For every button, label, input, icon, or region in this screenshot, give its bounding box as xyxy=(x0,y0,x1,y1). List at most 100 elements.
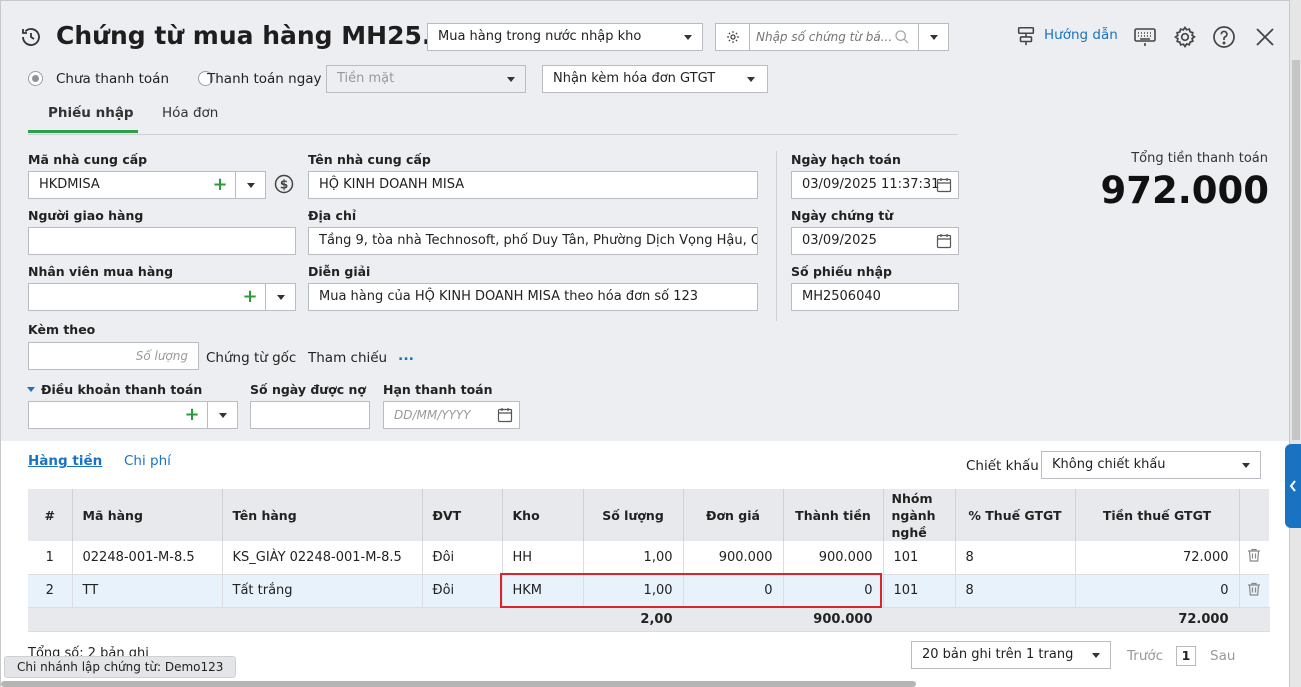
receipt-no-field[interactable]: MH2506040 xyxy=(791,283,959,311)
tab-invoice[interactable]: Hóa đơn xyxy=(162,105,218,121)
chevron-down-icon xyxy=(507,77,515,82)
cell-group[interactable]: 101 xyxy=(883,574,956,608)
chevron-down-icon xyxy=(276,294,285,300)
cell-name[interactable]: KS_GIÀY 02248-001-M-8.5 xyxy=(222,541,423,575)
col-header: Số lượng xyxy=(583,489,684,541)
radio-pay-now-label: Thanh toán ngay xyxy=(207,71,322,87)
doc-date-value: 03/09/2025 xyxy=(802,233,877,248)
cell-code[interactable]: TT xyxy=(72,574,223,608)
search-settings-button[interactable] xyxy=(716,24,750,50)
cell-unit[interactable]: Đôi xyxy=(422,541,503,575)
supplier-dropdown-button[interactable] xyxy=(235,172,265,198)
cell-code[interactable]: 02248-001-M-8.5 xyxy=(72,541,223,575)
tab-goods[interactable]: Hàng tiền xyxy=(28,453,102,469)
address-field[interactable]: Tầng 9, tòa nhà Technosoft, phố Duy Tân,… xyxy=(308,227,758,255)
description-label: Diễn giải xyxy=(308,264,371,279)
radio-unpaid[interactable] xyxy=(28,71,43,86)
vertical-scrollbar[interactable] xyxy=(1292,60,1300,440)
supplier-name-value: HỘ KINH DOANH MISA xyxy=(319,177,465,192)
table-row[interactable]: 1 02248-001-M-8.5 KS_GIÀY 02248-001-M-8.… xyxy=(28,541,1269,575)
side-panel-toggle[interactable] xyxy=(1285,444,1301,528)
receipt-no-value: MH2506040 xyxy=(802,289,881,304)
cell-vat-amount[interactable]: 72.000 xyxy=(1075,541,1240,575)
voucher-type-value: Mua hàng trong nước nhập kho xyxy=(438,29,642,44)
deliverer-field[interactable] xyxy=(28,227,296,255)
next-page-button[interactable]: Sau xyxy=(1210,648,1235,664)
current-page[interactable]: 1 xyxy=(1176,646,1196,666)
supplier-code-label: Mã nhà cung cấp xyxy=(28,152,148,167)
col-header: # xyxy=(28,489,73,541)
invoice-option-select[interactable]: Nhận kèm hóa đơn GTGT xyxy=(542,65,768,93)
settings-gear-icon[interactable] xyxy=(1172,24,1198,50)
history-icon[interactable] xyxy=(18,24,44,50)
due-date-label: Hạn thanh toán xyxy=(383,382,493,397)
search-box[interactable] xyxy=(715,23,949,51)
guide-icon[interactable] xyxy=(1014,23,1038,49)
cell-no: 2 xyxy=(28,574,73,608)
help-guide-link[interactable]: Hướng dẫn xyxy=(1044,27,1118,43)
page-size-select[interactable]: 20 bản ghi trên 1 trang xyxy=(911,641,1111,669)
trash-icon xyxy=(1248,549,1261,562)
cell-warehouse[interactable]: HH xyxy=(502,541,584,575)
chevron-down-icon xyxy=(218,412,227,418)
search-dropdown-button[interactable] xyxy=(918,24,948,50)
payment-method-select: Tiền mặt xyxy=(326,65,526,93)
cell-unit[interactable]: Đôi xyxy=(422,574,503,608)
dollar-icon[interactable]: $ xyxy=(273,173,295,195)
cell-vat-rate[interactable]: 8 xyxy=(955,541,1076,575)
cell-price[interactable]: 900.000 xyxy=(683,541,784,575)
tab-cost[interactable]: Chi phí xyxy=(124,453,171,469)
voucher-type-select[interactable]: Mua hàng trong nước nhập kho xyxy=(427,23,703,51)
search-icon[interactable] xyxy=(894,29,910,50)
branch-text: Chi nhánh lập chứng từ: Demo123 xyxy=(17,660,224,674)
terms-field[interactable]: + xyxy=(28,401,238,429)
discount-value: Không chiết khấu xyxy=(1052,457,1166,472)
calendar-icon[interactable] xyxy=(936,233,952,249)
buyer-field[interactable]: + xyxy=(28,283,296,311)
attach-label: Kèm theo xyxy=(28,322,96,337)
buyer-dropdown-button[interactable] xyxy=(265,284,295,310)
cell-amount[interactable]: 900.000 xyxy=(783,541,884,575)
delete-row-button[interactable] xyxy=(1239,541,1269,575)
due-date-field[interactable]: DD/MM/YYYY xyxy=(383,401,520,429)
cell-vat-rate[interactable]: 8 xyxy=(955,574,1076,608)
col-header-actions xyxy=(1239,489,1269,541)
supplier-name-field[interactable]: HỘ KINH DOANH MISA xyxy=(308,171,758,199)
chevron-down-icon xyxy=(246,182,255,188)
cell-group[interactable]: 101 xyxy=(883,541,956,575)
col-header: Nhóm ngành nghề xyxy=(883,489,956,541)
terms-dropdown-button[interactable] xyxy=(207,402,237,428)
attach-quantity-placeholder: Số lượng xyxy=(135,349,188,363)
close-icon[interactable] xyxy=(1252,24,1278,50)
cell-qty[interactable]: 1,00 xyxy=(583,541,684,575)
credit-days-field[interactable] xyxy=(250,401,370,429)
attach-quantity-field[interactable]: Số lượng xyxy=(28,342,199,370)
cell-vat-amount[interactable]: 0 xyxy=(1075,574,1240,608)
doc-date-field[interactable]: 03/09/2025 xyxy=(791,227,959,255)
collapse-triangle-icon[interactable] xyxy=(27,387,35,392)
posting-date-field[interactable]: 03/09/2025 11:37:31 xyxy=(791,171,959,199)
total-label: Tổng tiền thanh toán xyxy=(1131,151,1268,166)
prev-page-button[interactable]: Trước xyxy=(1127,648,1163,664)
tab-receipt[interactable]: Phiếu nhập xyxy=(48,105,134,121)
trash-icon xyxy=(1248,582,1261,596)
keyboard-icon[interactable] xyxy=(1132,24,1158,50)
reference-more-button[interactable]: ... xyxy=(398,348,414,364)
search-input[interactable] xyxy=(756,24,896,50)
calendar-icon[interactable] xyxy=(936,177,952,193)
add-supplier-button[interactable]: + xyxy=(205,172,235,198)
delete-row-button[interactable] xyxy=(1239,574,1269,608)
chevron-down-icon xyxy=(684,35,692,40)
col-header: % Thuế GTGT xyxy=(955,489,1076,541)
discount-select[interactable]: Không chiết khấu xyxy=(1041,451,1261,479)
horizontal-scrollbar[interactable] xyxy=(1,681,916,687)
calendar-icon[interactable] xyxy=(497,407,513,423)
add-buyer-button[interactable]: + xyxy=(235,284,265,310)
terms-label: Điều khoản thanh toán xyxy=(41,382,203,397)
highlight-box xyxy=(500,573,882,608)
description-field[interactable]: Mua hàng của HỘ KINH DOANH MISA theo hóa… xyxy=(308,283,758,311)
supplier-code-field[interactable]: HKDMISA + xyxy=(28,171,266,199)
help-icon[interactable] xyxy=(1211,24,1237,50)
cell-name[interactable]: Tất trắng xyxy=(222,574,423,608)
add-terms-button[interactable]: + xyxy=(177,402,207,428)
